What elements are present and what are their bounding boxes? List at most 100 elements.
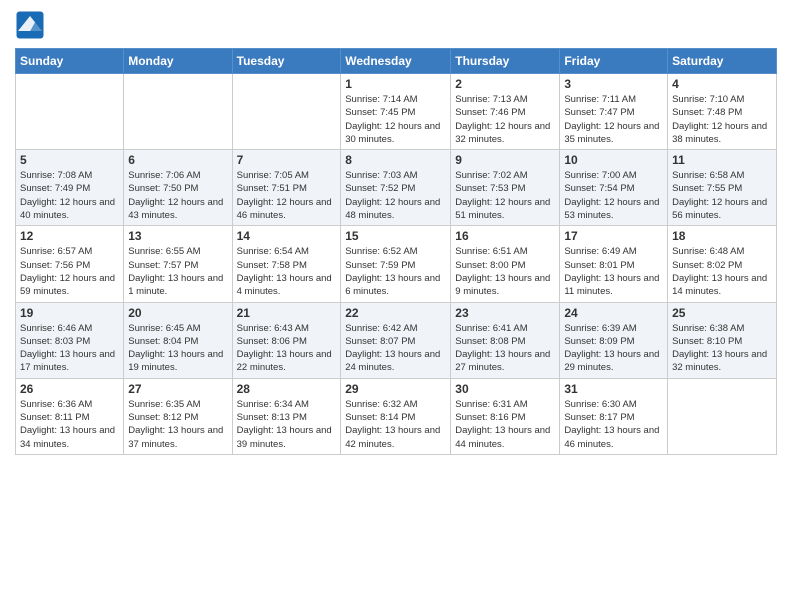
day-info: Sunrise: 6:38 AMSunset: 8:10 PMDaylight:… — [672, 322, 772, 375]
calendar-cell — [16, 74, 124, 150]
day-number: 7 — [237, 153, 337, 167]
day-info: Sunrise: 6:41 AMSunset: 8:08 PMDaylight:… — [455, 322, 555, 375]
day-number: 26 — [20, 382, 119, 396]
calendar-cell: 16Sunrise: 6:51 AMSunset: 8:00 PMDayligh… — [451, 226, 560, 302]
day-number: 14 — [237, 229, 337, 243]
day-info: Sunrise: 6:42 AMSunset: 8:07 PMDaylight:… — [345, 322, 446, 375]
calendar-cell: 15 Sunrise: 6:52 AMSunset: 7:59 PMDayligh… — [341, 226, 451, 302]
calendar-week-1: 1Sunrise: 7:14 AMSunset: 7:45 PMDaylight… — [16, 74, 777, 150]
calendar-cell: 25 Sunrise: 6:38 AMSunset: 8:10 PMDayligh… — [668, 302, 777, 378]
day-info: Sunrise: 7:13 AMSunset: 7:46 PMDaylight:… — [455, 93, 555, 146]
day-number: 22 — [345, 306, 446, 320]
weekday-monday: Monday — [124, 49, 232, 74]
day-number: 10 — [564, 153, 663, 167]
calendar-cell: 18Sunrise: 6:48 AMSunset: 8:02 PMDayligh… — [668, 226, 777, 302]
weekday-sunday: Sunday — [16, 49, 124, 74]
calendar-week-5: 26 Sunrise: 6:36 AMSunset: 8:11 PMDayligh… — [16, 378, 777, 454]
day-info: Sunrise: 6:32 AMSunset: 8:14 PMDaylight:… — [345, 398, 446, 451]
day-number: 2 — [455, 77, 555, 91]
day-number: 15 — [345, 229, 446, 243]
day-info: Sunrise: 7:08 AMSunset: 7:49 PMDaylight:… — [20, 169, 119, 222]
calendar-cell: 7 Sunrise: 7:05 AMSunset: 7:51 PMDaylight… — [232, 150, 341, 226]
calendar-cell: 23Sunrise: 6:41 AMSunset: 8:08 PMDayligh… — [451, 302, 560, 378]
day-info: Sunrise: 6:31 AMSunset: 8:16 PMDaylight:… — [455, 398, 555, 451]
calendar-cell: 29 Sunrise: 6:32 AMSunset: 8:14 PMDayligh… — [341, 378, 451, 454]
day-number: 31 — [564, 382, 663, 396]
calendar-week-4: 19Sunrise: 6:46 AMSunset: 8:03 PMDayligh… — [16, 302, 777, 378]
calendar-cell: 12 Sunrise: 6:57 AMSunset: 7:56 PMDayligh… — [16, 226, 124, 302]
calendar-cell: 22 Sunrise: 6:42 AMSunset: 8:07 PMDayligh… — [341, 302, 451, 378]
calendar-cell: 26 Sunrise: 6:36 AMSunset: 8:11 PMDayligh… — [16, 378, 124, 454]
calendar-cell: 8Sunrise: 7:03 AMSunset: 7:52 PMDaylight… — [341, 150, 451, 226]
calendar-cell: 17 Sunrise: 6:49 AMSunset: 8:01 PMDayligh… — [560, 226, 668, 302]
header — [15, 10, 777, 40]
calendar-cell: 27 Sunrise: 6:35 AMSunset: 8:12 PMDayligh… — [124, 378, 232, 454]
day-info: Sunrise: 6:34 AMSunset: 8:13 PMDaylight:… — [237, 398, 337, 451]
calendar-cell: 11Sunrise: 6:58 AMSunset: 7:55 PMDayligh… — [668, 150, 777, 226]
day-number: 3 — [564, 77, 663, 91]
day-info: Sunrise: 6:35 AMSunset: 8:12 PMDaylight:… — [128, 398, 227, 451]
calendar-week-3: 12 Sunrise: 6:57 AMSunset: 7:56 PMDayligh… — [16, 226, 777, 302]
logo-icon — [15, 10, 45, 40]
day-number: 5 — [20, 153, 119, 167]
weekday-saturday: Saturday — [668, 49, 777, 74]
day-number: 11 — [672, 153, 772, 167]
calendar-cell: 9 Sunrise: 7:02 AMSunset: 7:53 PMDaylight… — [451, 150, 560, 226]
calendar-cell: 31 Sunrise: 6:30 AMSunset: 8:17 PMDayligh… — [560, 378, 668, 454]
weekday-wednesday: Wednesday — [341, 49, 451, 74]
day-info: Sunrise: 6:43 AMSunset: 8:06 PMDaylight:… — [237, 322, 337, 375]
weekday-friday: Friday — [560, 49, 668, 74]
day-info: Sunrise: 6:36 AMSunset: 8:11 PMDaylight:… — [20, 398, 119, 451]
day-info: Sunrise: 6:55 AMSunset: 7:57 PMDaylight:… — [128, 245, 227, 298]
day-info: Sunrise: 6:52 AMSunset: 7:59 PMDaylight:… — [345, 245, 446, 298]
calendar-week-2: 5 Sunrise: 7:08 AMSunset: 7:49 PMDaylight… — [16, 150, 777, 226]
day-number: 25 — [672, 306, 772, 320]
calendar-cell: 10 Sunrise: 7:00 AMSunset: 7:54 PMDayligh… — [560, 150, 668, 226]
weekday-header-row: SundayMondayTuesdayWednesdayThursdayFrid… — [16, 49, 777, 74]
day-number: 24 — [564, 306, 663, 320]
day-number: 9 — [455, 153, 555, 167]
day-number: 20 — [128, 306, 227, 320]
calendar-cell — [232, 74, 341, 150]
calendar-cell: 6Sunrise: 7:06 AMSunset: 7:50 PMDaylight… — [124, 150, 232, 226]
calendar-cell: 21 Sunrise: 6:43 AMSunset: 8:06 PMDayligh… — [232, 302, 341, 378]
day-number: 17 — [564, 229, 663, 243]
day-info: Sunrise: 6:30 AMSunset: 8:17 PMDaylight:… — [564, 398, 663, 451]
day-number: 12 — [20, 229, 119, 243]
calendar-cell: 1Sunrise: 7:14 AMSunset: 7:45 PMDaylight… — [341, 74, 451, 150]
calendar-cell: 30Sunrise: 6:31 AMSunset: 8:16 PMDayligh… — [451, 378, 560, 454]
day-info: Sunrise: 6:54 AMSunset: 7:58 PMDaylight:… — [237, 245, 337, 298]
calendar-cell: 3Sunrise: 7:11 AMSunset: 7:47 PMDaylight… — [560, 74, 668, 150]
calendar-cell: 28Sunrise: 6:34 AMSunset: 8:13 PMDayligh… — [232, 378, 341, 454]
day-info: Sunrise: 7:00 AMSunset: 7:54 PMDaylight:… — [564, 169, 663, 222]
day-number: 27 — [128, 382, 227, 396]
day-info: Sunrise: 7:06 AMSunset: 7:50 PMDaylight:… — [128, 169, 227, 222]
calendar-cell: 19Sunrise: 6:46 AMSunset: 8:03 PMDayligh… — [16, 302, 124, 378]
day-info: Sunrise: 6:48 AMSunset: 8:02 PMDaylight:… — [672, 245, 772, 298]
calendar-cell: 13 Sunrise: 6:55 AMSunset: 7:57 PMDayligh… — [124, 226, 232, 302]
weekday-tuesday: Tuesday — [232, 49, 341, 74]
day-number: 21 — [237, 306, 337, 320]
day-info: Sunrise: 6:57 AMSunset: 7:56 PMDaylight:… — [20, 245, 119, 298]
calendar-cell: 14 Sunrise: 6:54 AMSunset: 7:58 PMDayligh… — [232, 226, 341, 302]
day-number: 19 — [20, 306, 119, 320]
day-number: 29 — [345, 382, 446, 396]
page: SundayMondayTuesdayWednesdayThursdayFrid… — [0, 0, 792, 612]
logo — [15, 10, 49, 40]
day-number: 4 — [672, 77, 772, 91]
calendar-cell — [124, 74, 232, 150]
calendar-cell — [668, 378, 777, 454]
day-number: 16 — [455, 229, 555, 243]
day-info: Sunrise: 6:45 AMSunset: 8:04 PMDaylight:… — [128, 322, 227, 375]
day-info: Sunrise: 7:02 AMSunset: 7:53 PMDaylight:… — [455, 169, 555, 222]
day-number: 1 — [345, 77, 446, 91]
calendar-cell: 4Sunrise: 7:10 AMSunset: 7:48 PMDaylight… — [668, 74, 777, 150]
calendar-cell: 20 Sunrise: 6:45 AMSunset: 8:04 PMDayligh… — [124, 302, 232, 378]
weekday-thursday: Thursday — [451, 49, 560, 74]
day-info: Sunrise: 6:39 AMSunset: 8:09 PMDaylight:… — [564, 322, 663, 375]
calendar-cell: 5 Sunrise: 7:08 AMSunset: 7:49 PMDaylight… — [16, 150, 124, 226]
day-number: 13 — [128, 229, 227, 243]
calendar-cell: 24 Sunrise: 6:39 AMSunset: 8:09 PMDayligh… — [560, 302, 668, 378]
day-info: Sunrise: 6:49 AMSunset: 8:01 PMDaylight:… — [564, 245, 663, 298]
day-info: Sunrise: 7:05 AMSunset: 7:51 PMDaylight:… — [237, 169, 337, 222]
